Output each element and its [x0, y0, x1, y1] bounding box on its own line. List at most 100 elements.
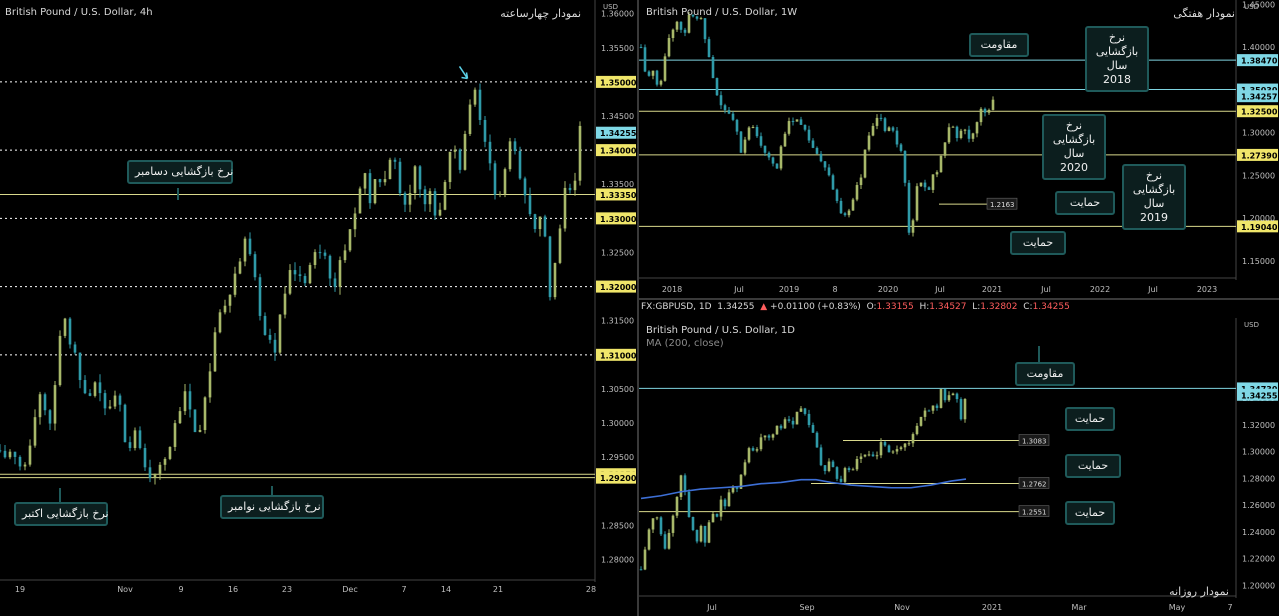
callout-support-3: حمایت: [1065, 501, 1115, 525]
current-price-label: 1.34255: [1241, 391, 1278, 400]
candle-body: [488, 141, 492, 164]
callout-support-2: حمایت: [1010, 231, 1066, 255]
price-change: +0.01100 (+0.83%): [770, 302, 861, 312]
candle-body: [143, 448, 147, 468]
candle-body: [88, 393, 92, 396]
candle-body: [258, 277, 262, 316]
x-tick-label: 7: [401, 585, 406, 594]
y-tick-label: 1.40000: [1242, 43, 1275, 52]
candle-body: [323, 252, 327, 256]
x-tick-label: 21: [493, 585, 503, 594]
candle-body: [747, 127, 751, 140]
up-triangle-icon: ▲: [760, 302, 768, 312]
candle-body: [118, 395, 122, 405]
candle-body: [651, 518, 655, 530]
candle-body: [318, 252, 322, 254]
chart-weekly-svg[interactable]: USD1.384701.350301.325001.273901.21631.1…: [639, 0, 1279, 298]
candle-body: [735, 119, 739, 132]
candle-body: [931, 174, 935, 190]
candle-body: [723, 499, 727, 507]
candle-body: [735, 487, 739, 489]
callout-november-open: نرخ بازگشایی نوامبر: [220, 495, 324, 519]
candle-body: [328, 255, 332, 279]
candle-body: [563, 187, 567, 229]
candle-body: [443, 182, 447, 210]
candle-body: [795, 119, 799, 122]
candle-body: [819, 447, 823, 466]
candle-body: [703, 525, 707, 543]
y-tick-label: 1.22000: [1242, 555, 1275, 564]
candle-body: [727, 110, 731, 114]
open-label: O:: [866, 302, 877, 312]
candle-body: [43, 394, 47, 411]
candle-body: [188, 391, 192, 410]
price-badge-label: 1.38470: [1241, 57, 1278, 66]
candle-body: [699, 525, 703, 542]
open-value: 1.33155: [876, 302, 914, 312]
candle-body: [173, 423, 177, 447]
y-tick-label: 1.34500: [601, 112, 634, 121]
candle-body: [755, 449, 759, 451]
candle-body: [851, 199, 855, 211]
x-tick-label: Jul: [1040, 285, 1051, 294]
candle-body: [538, 216, 542, 230]
candle-body: [839, 200, 843, 214]
x-tick-label: Nov: [117, 585, 133, 594]
candle-body: [383, 179, 387, 183]
candle-body: [951, 126, 955, 128]
candle-body: [198, 429, 202, 433]
candle-body: [911, 434, 915, 444]
candle-body: [959, 130, 963, 139]
candle-body: [558, 228, 562, 263]
candle-body: [228, 294, 232, 306]
candle-body: [153, 473, 157, 478]
candle-body: [103, 393, 107, 409]
candle-body: [413, 166, 417, 194]
level-inline-label: 1.2551: [1018, 505, 1050, 517]
candle-body: [711, 57, 715, 79]
candle-body: [835, 467, 839, 479]
candle-body: [578, 125, 582, 181]
candle-body: [883, 442, 887, 446]
y-tick-label: 1.20000: [1242, 214, 1275, 223]
candle-body: [875, 455, 879, 457]
chart-panel-4h[interactable]: USD 1.35000 1.34000 1.33350 1.33000 1.32000 1.…: [0, 0, 637, 600]
candle-body: [238, 261, 242, 274]
candle-body: [403, 193, 407, 205]
ohlc-stats-bar: FX:GBPUSD, 1D 1.34255 ▲ +0.01100 (+0.83%…: [641, 302, 1070, 312]
chart-panel-weekly[interactable]: USD1.384701.350301.325001.273901.21631.1…: [639, 0, 1279, 298]
candle-body: [971, 133, 975, 139]
currency-label: USD: [1244, 321, 1259, 329]
candle-body: [939, 389, 943, 408]
candle-body: [935, 405, 939, 408]
candle-body: [899, 144, 903, 151]
x-tick-label: 8: [832, 285, 837, 294]
candle-body: [53, 385, 57, 424]
candle-body: [955, 126, 959, 139]
candle-body: [695, 530, 699, 542]
low-value: 1.32802: [980, 302, 1018, 312]
x-tick-label: May: [1169, 603, 1186, 612]
candle-body: [779, 425, 783, 429]
chart-daily-svg[interactable]: USD1.347301.30831.27621.25511.340001.320…: [639, 318, 1279, 616]
candle-body: [68, 318, 72, 345]
chart-title: British Pound / U.S. Dollar, 1W: [646, 7, 798, 18]
y-tick-label: 1.45000: [1242, 0, 1275, 9]
chart-title: British Pound / U.S. Dollar, 1D: [646, 325, 795, 336]
candle-body: [218, 312, 222, 333]
chart-title: British Pound / U.S. Dollar, 4h: [5, 7, 153, 18]
candle-body: [859, 456, 863, 460]
candle-body: [899, 447, 903, 450]
candle-body: [807, 413, 811, 426]
candle-body: [767, 152, 771, 158]
candle-body: [353, 213, 357, 230]
candle-body: [343, 250, 347, 261]
candle-body: [883, 118, 887, 131]
candle-body: [759, 437, 763, 450]
current-price-label: 1.34257: [1241, 93, 1277, 102]
chart-panel-daily[interactable]: USD1.347301.30831.27621.25511.340001.320…: [639, 318, 1279, 616]
candle-body: [783, 133, 787, 147]
candle-body: [363, 173, 367, 189]
candle-body: [73, 344, 77, 353]
candle-body: [667, 38, 671, 57]
